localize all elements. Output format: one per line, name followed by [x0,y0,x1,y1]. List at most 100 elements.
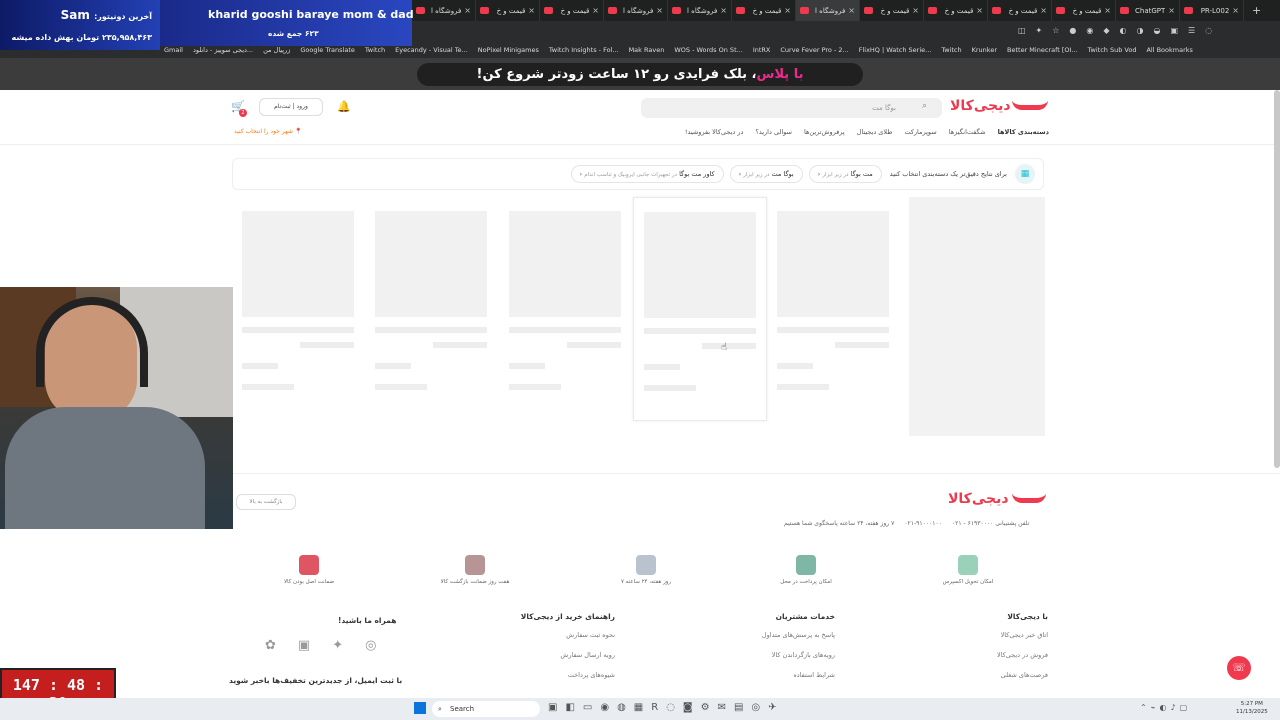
product-card-skeleton[interactable] [371,197,505,421]
tab-close-icon[interactable]: × [912,6,919,15]
browser-tab[interactable]: فروشگاه ا × [604,0,668,21]
tab-close-icon[interactable]: × [592,6,599,15]
bookmark-item[interactable]: Twitch [941,46,961,54]
nav-item[interactable]: در دیجی‌کالا بفروشید! [685,128,744,136]
feature-icon [299,555,319,575]
category-chip[interactable]: بوگا مت در زیر ابزار ‹ [729,165,803,183]
footer-link[interactable]: رویه‌های بازگرداندن کالا [762,651,835,659]
browser-tab[interactable]: قیمت و خ × [924,0,988,21]
promo-banner[interactable]: با پلاس، بلک فرایدی رو ۱۲ ساعت زودتر شرو… [0,58,1280,90]
aparat-icon[interactable]: ✿ [265,638,276,653]
browser-tab[interactable]: فروشگاه ا × [668,0,732,21]
page-scrollbar[interactable] [1274,90,1280,468]
new-tab-icon[interactable]: + [1244,4,1269,17]
bookmark-item[interactable]: FlixHQ | Watch Serie... [859,46,932,54]
bookmark-item[interactable]: Gmail [164,46,183,54]
footer-link[interactable]: فرصت‌های شغلی [997,671,1048,679]
site-logo[interactable]: دیجی‌کالا [950,98,1011,114]
tab-close-icon[interactable]: × [1040,6,1047,15]
instagram-icon[interactable]: ◎ [365,638,376,653]
bookmark-item[interactable]: Better Minecraft [OI... [1007,46,1078,54]
product-card-skeleton[interactable] [505,197,639,421]
browser-tab[interactable]: قیمت و خ × [988,0,1052,21]
browser-tab[interactable]: PR-L002 × [1180,0,1244,21]
footer-logo[interactable]: دیجی‌کالا [948,491,1009,507]
bookmark-item[interactable]: Twitch Sub Vod [1088,46,1137,54]
tab-close-icon[interactable]: × [656,6,663,15]
footer-link[interactable]: فروش در دیجی‌کالا [997,651,1048,659]
taskbar-search[interactable]: ⌕ Search [432,701,540,717]
nav-item[interactable]: سوپرمارکت [904,128,936,136]
linkedin-icon[interactable]: ▣ [298,638,310,653]
nav-item[interactable]: طلای دیجیتال [857,128,893,136]
bookmark-item[interactable]: زرپیال من [263,46,290,54]
browser-tab[interactable]: قیمت و خ × [1052,0,1116,21]
bookmark-item[interactable]: WOS - Words On St... [674,46,742,54]
search-input[interactable]: بوگا مت [641,98,942,118]
tab-close-icon[interactable]: × [1168,6,1175,15]
browser-tab[interactable]: فروشگاه ا × [412,0,476,21]
bookmark-item[interactable]: Google Translate [300,46,355,54]
nav-item[interactable]: سوالی دارید؟ [755,128,792,136]
tab-close-icon[interactable]: × [464,6,471,15]
product-card-skeleton[interactable] [633,197,767,421]
location-selector[interactable]: 📍 شهر خود را انتخاب کنید [234,128,302,135]
clock-date: 11/13/2025 [1236,709,1268,715]
bookmark-item[interactable]: Curve Fever Pro - 2... [780,46,848,54]
browser-tab[interactable]: قیمت و خ × [860,0,924,21]
tab-close-icon[interactable]: × [976,6,983,15]
bookmark-item[interactable]: Twitch [365,46,385,54]
nav-item[interactable]: پرفروش‌ترین‌ها [804,128,845,136]
tab-close-icon[interactable]: × [848,6,855,15]
cart-count-badge: 2 [239,109,247,117]
bookmark-item[interactable]: All Bookmarks [1146,46,1192,54]
bookmark-item[interactable]: IntRX [753,46,771,54]
newsletter-title: با ثبت ایمیل، از جدیدترین تخفیف‌ها باخبر… [229,676,403,685]
bookmark-item[interactable]: Mak Raven [629,46,665,54]
tab-close-icon[interactable]: × [784,6,791,15]
bookmark-item[interactable]: NoPixel Minigames [478,46,539,54]
twitter-icon[interactable]: ✦ [332,638,343,653]
tab-title: قیمت و خ [1072,6,1102,15]
footer-link[interactable]: نحوه ثبت سفارش [521,631,615,639]
donation-overlay: آخرین دونیتور: Sam ۲۳۵,۹۵۸,۴۶۳ تومان بهش… [0,0,160,50]
category-chip[interactable]: کاور مت بوگا در تجهیزات جانبی ایروبیک و … [570,165,724,183]
bookmark-item[interactable]: Eyecandy - Visual Te... [395,46,468,54]
notification-bell-icon[interactable]: 🔔 [337,100,351,113]
nav-item[interactable]: شگفت‌انگیزها [949,128,986,136]
footer-link[interactable]: رویه ارسال سفارش [521,651,615,659]
main-nav: دسته‌بندی کالاها شگفت‌انگیزها سوپرمارکت طلا… [645,128,1049,136]
category-chip[interactable]: مت بوگا در زیر ابزار ‹ [808,165,882,183]
product-card-skeleton[interactable] [773,197,907,421]
start-button[interactable] [414,702,426,714]
product-card-skeleton[interactable] [238,197,372,421]
footer-link[interactable]: اتاق خبر دیجی‌کالا [997,631,1048,639]
browser-tab[interactable]: قیمت و خ × [540,0,604,21]
support-chat-icon[interactable]: ☏ [1227,656,1251,680]
tab-close-icon[interactable]: × [1232,6,1239,15]
tab-close-icon[interactable]: × [528,6,535,15]
tab-close-icon[interactable]: × [720,6,727,15]
browser-tab[interactable]: قیمت و خ × [476,0,540,21]
chip-title: بوگا مت [771,170,794,178]
feature-icon [465,555,485,575]
tab-title: فروشگاه ا [623,6,654,15]
bookmark-item[interactable]: دیجی سوییز - دانلود... [193,46,253,54]
login-button[interactable]: ورود | ثبت‌نام [259,98,323,116]
feature-label: امکان تحویل اکسپرس [942,579,994,585]
footer-link[interactable]: پاسخ به پرسش‌های متداول [762,631,835,639]
tab-close-icon[interactable]: × [1104,6,1111,15]
nav-item[interactable]: دسته‌بندی کالاها [998,128,1049,136]
system-tray[interactable]: ⌃⌁◐♪▢ [1140,703,1191,712]
extension-icons[interactable]: ◫✦☆●◉◆◐◑◒▣☰◌ [1018,26,1222,35]
browser-tab[interactable]: فروشگاه ا × [796,0,860,21]
taskbar-apps[interactable]: ▣◧▭◉◍▦R◌◙⚙✉▤◎✈ [548,702,785,713]
browser-tab[interactable]: ChatGPT × [1116,0,1180,21]
bookmark-item[interactable]: Krunker [972,46,997,54]
bookmark-item[interactable]: Twitch Insights - Fol... [549,46,619,54]
browser-tab[interactable]: قیمت و خ × [732,0,796,21]
skeleton-line [509,384,561,390]
footer-link[interactable]: شرایط استفاده [762,671,835,679]
back-to-top-button[interactable]: بازگشت به بالا [236,494,296,510]
footer-link[interactable]: شیوه‌های پرداخت [521,671,615,679]
